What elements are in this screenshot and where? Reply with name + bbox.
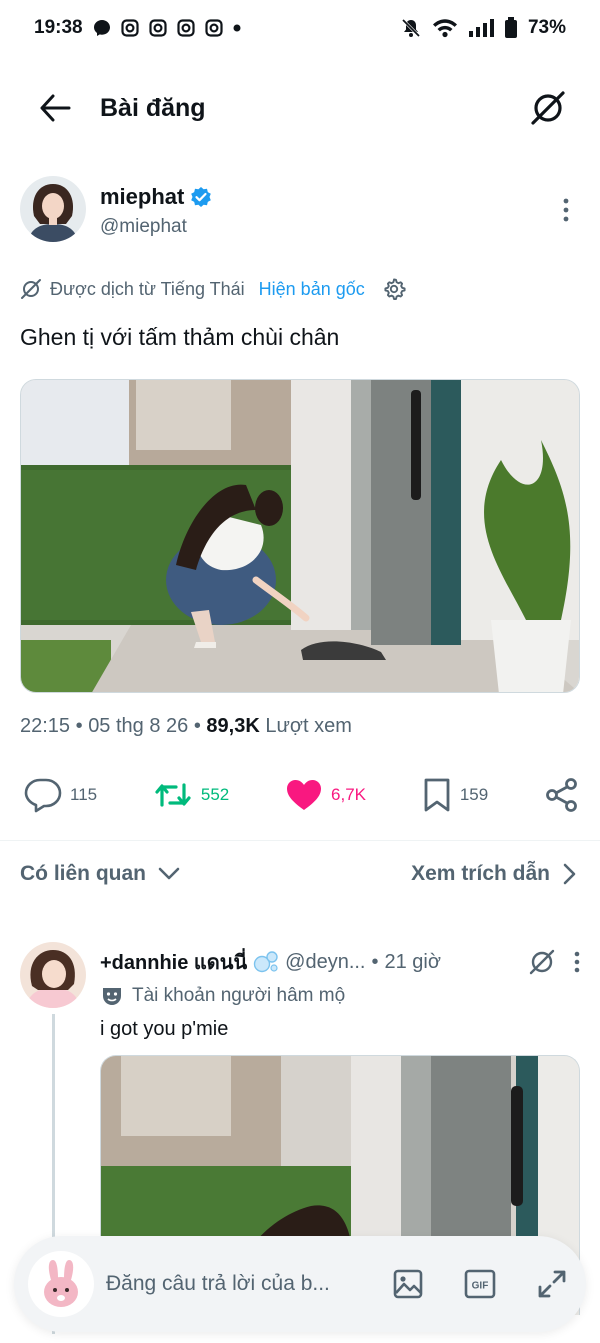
reply-composer[interactable]: Đăng câu trả lời của b... GIF [14,1236,586,1332]
share-button[interactable] [544,772,580,818]
like-button[interactable]: 6,7K [285,772,366,818]
more-vertical-icon [563,198,569,222]
reply-icon [24,778,62,813]
translation-row: Được dịch từ Tiếng Thái Hiện bản gốc [20,276,580,302]
chevron-right-icon [563,863,576,885]
reply-time: 21 giờ [384,950,441,973]
view-quotes-label: Xem trích dẫn [411,862,550,885]
reply-author-handle: @deyn... [285,950,366,973]
status-time: 19:38 [34,17,83,38]
signal-icon [468,18,494,38]
post-actions: 115 552 6,7K 159 [24,772,580,818]
gif-icon[interactable]: GIF [464,1268,496,1300]
masks-icon [100,984,124,1008]
author-name[interactable]: miephat [100,184,184,210]
share-icon [546,778,577,812]
page-title: Bài đăng [100,93,206,122]
bookmark-button[interactable]: 159 [422,772,488,818]
bubbles-emoji-icon [253,950,279,974]
divider [0,840,600,841]
battery-icon [504,17,518,39]
main-post: miephat @miephat Được dịch từ Tiếng Thái… [20,176,580,738]
related-label: Có liên quan [20,862,146,885]
reply-button[interactable]: 115 [24,772,97,818]
chevron-down-icon [158,867,180,880]
grok-translate-icon [20,278,42,300]
bookmark-count: 159 [459,785,489,804]
compose-tools: GIF [392,1268,568,1300]
post-date: 05 thg 8 26 [88,715,189,737]
reply-count: 115 [70,785,98,804]
fan-account-label: Tài khoản người hâm mộ [132,985,346,1006]
status-bar: 19:38 73% [0,0,600,56]
translation-settings-icon[interactable] [381,276,407,302]
battery-percent: 73% [527,17,566,38]
repost-count: 552 [200,785,230,804]
reply-author-name[interactable]: +dannhie แดนนี่ [100,946,247,978]
post-time: 22:15 [20,715,71,737]
related-dropdown[interactable]: Có liên quan [20,862,180,886]
author-name-row: miephat [100,184,552,210]
notification-dot-icon [233,24,241,32]
view-quotes-link[interactable]: Xem trích dẫn [411,862,576,886]
image-icon[interactable] [392,1268,424,1300]
bookmark-icon [424,778,450,812]
author-handle: @miephat [100,216,187,237]
views-count[interactable]: 89,3K [206,715,259,737]
post-text: Ghen tị với tấm thảm chùi chân [20,324,340,350]
top-header: Bài đăng [0,62,600,154]
fan-account-row: Tài khoản người hâm mộ [100,984,580,1008]
grok-icon [531,91,565,125]
svg-text:GIF: GIF [472,1281,489,1292]
instagram-icon [149,19,167,37]
related-row: Có liên quan Xem trích dẫn [20,862,576,886]
grok-button[interactable] [526,86,570,130]
instagram-icon [205,19,223,37]
instagram-icon [121,19,139,37]
reply-input[interactable]: Đăng câu trả lời của b... [106,1272,372,1296]
muted-bell-icon [400,17,422,39]
separator-dot: • [371,950,379,973]
my-avatar[interactable] [28,1251,94,1317]
heart-filled-icon [287,780,322,810]
translated-label: Được dịch từ Tiếng Thái [50,278,245,299]
repost-button[interactable]: 552 [153,772,229,818]
reply-grok-icon[interactable] [528,948,556,976]
status-right: 73% [400,17,566,39]
reply-more-icon[interactable] [574,951,580,973]
status-left: 19:38 [34,17,241,39]
reply-header: +dannhie แดนนี่ @deyn... • 21 giờ [100,946,580,978]
author-avatar[interactable] [20,176,86,242]
reply-avatar[interactable] [20,942,86,1008]
verified-badge-icon [190,186,212,208]
show-original-link[interactable]: Hiện bản gốc [259,279,365,300]
messenger-icon [93,19,111,37]
author-row: miephat @miephat [20,176,580,242]
reply-text: i got you p'mie [100,1018,229,1040]
like-count: 6,7K [331,785,367,804]
more-options-button[interactable] [552,190,580,230]
views-label: Lượt xem [265,715,352,737]
post-photo[interactable] [20,379,580,693]
wifi-icon [432,18,458,38]
author-info: miephat @miephat [100,176,552,238]
expand-icon[interactable] [536,1268,568,1300]
repost-icon [155,783,191,807]
back-button[interactable] [34,87,76,129]
post-meta: 22:15 • 05 thg 8 26 • 89,3K Lượt xem [20,715,352,737]
back-arrow-icon [40,94,71,122]
instagram-icon [177,19,195,37]
